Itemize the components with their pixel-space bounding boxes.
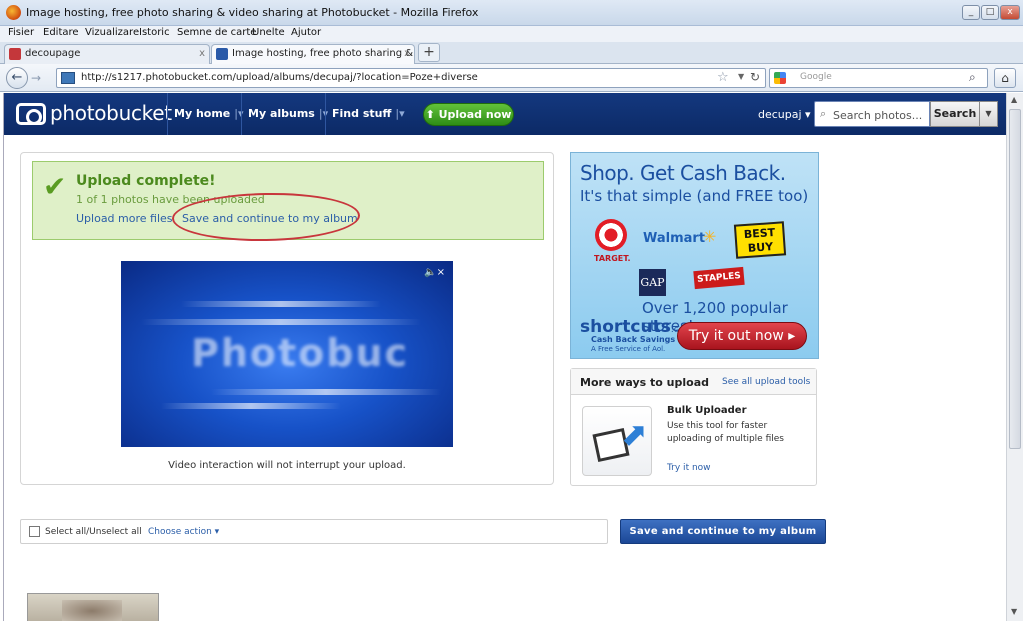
back-button[interactable]: ← xyxy=(6,67,28,89)
window-titlebar: Image hosting, free photo sharing & vide… xyxy=(0,0,1023,26)
more-ways-title: More ways to upload xyxy=(580,376,709,389)
choose-action-dropdown[interactable]: Choose action ▾ xyxy=(148,527,219,537)
menu-fisier[interactable]: Fisier xyxy=(8,27,34,38)
tab-bar: decoupage x Image hosting, free photo sh… xyxy=(0,42,1023,64)
decoupage-favicon-icon xyxy=(9,48,21,60)
tab-photobucket[interactable]: Image hosting, free photo sharing & vide… xyxy=(211,44,415,64)
site-header: photobucket My home |▾ My albums |▾ Find s… xyxy=(4,93,1006,135)
checkmark-icon: ✔ xyxy=(43,170,67,203)
url-bar[interactable]: http://s1217.photobucket.com/upload/albu… xyxy=(56,68,766,88)
browser-search-placeholder: Google xyxy=(800,72,832,82)
google-icon[interactable] xyxy=(774,72,786,84)
user-menu[interactable]: decupaj ▾ xyxy=(758,108,811,121)
upload-now-button[interactable]: ⬆ Upload now xyxy=(423,103,514,126)
scroll-thumb[interactable] xyxy=(1009,109,1021,449)
search-dropdown-icon[interactable]: ▼ xyxy=(980,101,998,127)
photo-search-input[interactable]: ⌕ Search photos... xyxy=(814,101,930,127)
advertisement-banner[interactable]: Shop. Get Cash Back. It's that simple (a… xyxy=(570,152,819,359)
tab-close-icon[interactable]: x xyxy=(404,45,410,63)
ad-headline: Shop. Get Cash Back. xyxy=(580,161,786,185)
minimize-button[interactable]: _ xyxy=(962,5,980,20)
video-player[interactable]: Photobuc 🔈× xyxy=(121,261,453,447)
staples-logo: STAPLES xyxy=(693,266,745,290)
url-text[interactable]: http://s1217.photobucket.com/upload/albu… xyxy=(81,72,478,83)
maximize-button[interactable]: □ xyxy=(981,5,999,20)
camera-icon xyxy=(16,103,46,125)
more-ways-panel: More ways to upload See all upload tools… xyxy=(570,368,817,486)
upload-complete-title: Upload complete! xyxy=(76,173,216,189)
forward-button[interactable]: → xyxy=(31,71,47,85)
search-button[interactable]: Search xyxy=(930,101,980,127)
page-viewport: photobucket My home |▾ My albums |▾ Find s… xyxy=(3,93,1006,621)
bulk-uploader-title: Bulk Uploader xyxy=(667,405,747,416)
tab-label: Image hosting, free photo sharing & vide… xyxy=(232,48,414,59)
walmart-spark-icon: ✳ xyxy=(703,227,717,246)
nav-my-albums[interactable]: My albums |▾ xyxy=(241,93,334,135)
firefox-icon xyxy=(6,5,21,20)
save-continue-button[interactable]: Save and continue to my album xyxy=(620,519,826,544)
browser-search-box[interactable]: Google ⌕ xyxy=(769,68,988,88)
bestbuy-logo: BEST BUY xyxy=(733,221,787,259)
aol-tagline: A Free Service of Aol. xyxy=(591,345,666,353)
target-label: TARGET. xyxy=(594,254,631,263)
upload-arrow-icon: ⬈ xyxy=(621,415,648,453)
chevron-down-icon[interactable]: |▾ xyxy=(395,107,404,120)
video-note: Video interaction will not interrupt you… xyxy=(168,460,406,471)
shortcuts-logo: shortcuts.com xyxy=(580,317,693,337)
photo-search-placeholder: Search photos... xyxy=(833,109,923,122)
photobucket-favicon-icon xyxy=(216,48,228,60)
url-dropdown-icon[interactable]: ▼ xyxy=(738,72,744,81)
nav-my-home[interactable]: My home |▾ xyxy=(167,93,250,135)
target-logo-icon xyxy=(595,219,627,251)
magnifier-icon[interactable]: ⌕ xyxy=(969,70,976,85)
tab-close-icon[interactable]: x xyxy=(199,45,205,63)
bookmark-star-icon[interactable]: ☆ xyxy=(717,70,729,85)
select-all-label[interactable]: Select all/Unselect all xyxy=(45,527,142,537)
try-it-now-link[interactable]: Try it now xyxy=(667,463,711,473)
see-all-upload-tools-link[interactable]: See all upload tools xyxy=(722,377,810,387)
menu-editare[interactable]: Editare xyxy=(43,27,79,38)
home-button[interactable]: ⌂ xyxy=(994,68,1016,88)
menu-bar: Fisier Editare Vizualizare Istoric Semne… xyxy=(0,26,1023,42)
selection-bar: Select all/Unselect all Choose action ▾ xyxy=(20,519,608,544)
photo-thumbnail[interactable] xyxy=(27,593,159,621)
bulk-uploader-description: Use this tool for faster uploading of mu… xyxy=(667,421,784,444)
mute-icon[interactable]: 🔈× xyxy=(424,267,445,278)
more-ways-header: More ways to upload See all upload tools xyxy=(571,369,816,395)
menu-semne-de-carte[interactable]: Semne de carte xyxy=(177,27,256,38)
walmart-logo: Walmart xyxy=(643,231,706,246)
bulk-uploader-icon[interactable]: ⬈ xyxy=(582,406,652,476)
cashback-tagline: Cash Back Savings xyxy=(591,335,676,344)
gap-logo: GAP xyxy=(639,269,666,296)
close-window-button[interactable]: x xyxy=(1000,5,1020,20)
search-icon: ⌕ xyxy=(820,107,827,120)
try-it-out-button[interactable]: Try it out now ▸ xyxy=(677,322,807,350)
vertical-scrollbar[interactable]: ▲ ▼ xyxy=(1006,93,1023,621)
ad-subline: It's that simple (and FREE too) xyxy=(580,187,809,205)
up-arrow-icon: ⬆ xyxy=(425,108,439,121)
scroll-down-icon[interactable]: ▼ xyxy=(1011,607,1017,616)
menu-unelte[interactable]: Unelte xyxy=(252,27,285,38)
site-identity-icon[interactable] xyxy=(61,72,75,84)
video-overlay-text: Photobuc xyxy=(191,331,410,375)
new-tab-button[interactable]: + xyxy=(418,43,440,62)
tab-label: decoupage xyxy=(25,48,81,59)
photobucket-logo[interactable]: photobucket xyxy=(16,101,172,127)
menu-vizualizare[interactable]: Vizualizare xyxy=(85,27,139,38)
menu-ajutor[interactable]: Ajutor xyxy=(291,27,321,38)
nav-find-stuff[interactable]: Find stuff |▾ xyxy=(325,93,411,135)
select-all-checkbox[interactable] xyxy=(29,526,40,537)
window-title: Image hosting, free photo sharing & vide… xyxy=(26,6,479,19)
tab-decoupage[interactable]: decoupage x xyxy=(4,44,210,64)
navigation-toolbar: ← → http://s1217.photobucket.com/upload/… xyxy=(0,64,1023,92)
scroll-up-icon[interactable]: ▲ xyxy=(1011,95,1017,104)
upload-more-files-link[interactable]: Upload more files xyxy=(76,212,173,225)
reload-button[interactable]: ↻ xyxy=(747,70,763,86)
menu-istoric[interactable]: Istoric xyxy=(139,27,170,38)
